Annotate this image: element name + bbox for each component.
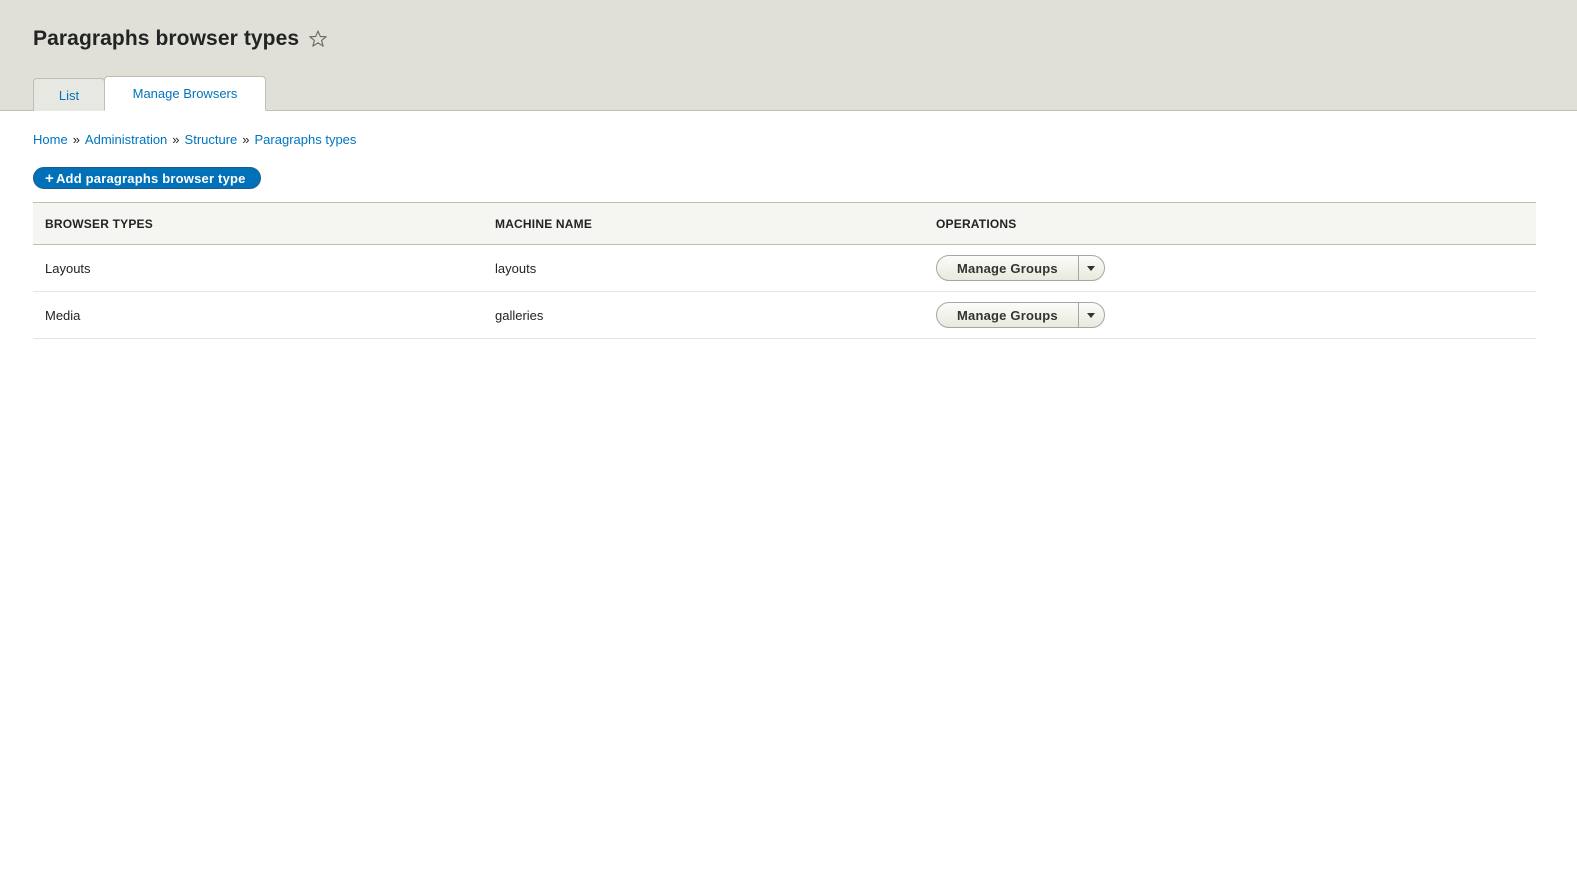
page-title: Paragraphs browser types [33, 27, 300, 50]
operations-dropbutton: Manage Groups [936, 255, 1105, 281]
column-header-machine-name: Machine name [483, 202, 924, 245]
operations-cell: Manage Groups [924, 244, 1536, 292]
table-row: Media galleries Manage Groups [33, 291, 1536, 339]
table-header-row: Browser types Machine name Operations [33, 202, 1536, 245]
star-icon[interactable] [308, 29, 328, 49]
dropbutton-toggle[interactable] [1077, 256, 1104, 280]
column-header-browser-types: Browser types [33, 202, 483, 245]
breadcrumb: Home » Administration » Structure » Para… [33, 129, 1544, 149]
table-row: Layouts layouts Manage Groups [33, 244, 1536, 292]
breadcrumb-home[interactable]: Home [33, 132, 68, 147]
operations-cell: Manage Groups [924, 291, 1536, 339]
add-button-label: Add paragraphs browser type [55, 170, 246, 186]
tab-manage-browsers[interactable]: Manage Browsers [104, 76, 266, 111]
tab-list[interactable]: List [33, 78, 105, 111]
plus-icon: + [45, 169, 54, 187]
breadcrumb-separator: » [72, 131, 80, 147]
breadcrumb-paragraphs-types[interactable]: Paragraphs types [255, 132, 357, 147]
manage-groups-button[interactable]: Manage Groups [937, 256, 1078, 280]
breadcrumb-administration[interactable]: Administration [85, 132, 167, 147]
add-paragraphs-browser-type-button[interactable]: + Add paragraphs browser type [33, 167, 261, 189]
manage-groups-button[interactable]: Manage Groups [937, 303, 1078, 327]
operations-dropbutton: Manage Groups [936, 302, 1105, 328]
machine-name: layouts [483, 244, 924, 292]
browser-type-name: Media [33, 291, 483, 339]
browser-types-table: Browser types Machine name Operations La… [33, 202, 1536, 339]
machine-name: galleries [483, 291, 924, 339]
chevron-down-icon [1087, 312, 1096, 318]
breadcrumb-structure[interactable]: Structure [185, 132, 238, 147]
column-header-operations: Operations [924, 202, 1536, 245]
breadcrumb-separator: » [242, 131, 250, 147]
main-content: Home » Administration » Structure » Para… [0, 129, 1577, 339]
tabs: List Manage Browsers [33, 76, 266, 111]
browser-type-name: Layouts [33, 244, 483, 292]
title-row: Paragraphs browser types [33, 27, 328, 51]
dropbutton-toggle[interactable] [1077, 303, 1104, 327]
chevron-down-icon [1087, 265, 1096, 271]
breadcrumb-separator: » [172, 131, 180, 147]
page-header: Paragraphs browser types List Manage Bro… [0, 0, 1577, 111]
